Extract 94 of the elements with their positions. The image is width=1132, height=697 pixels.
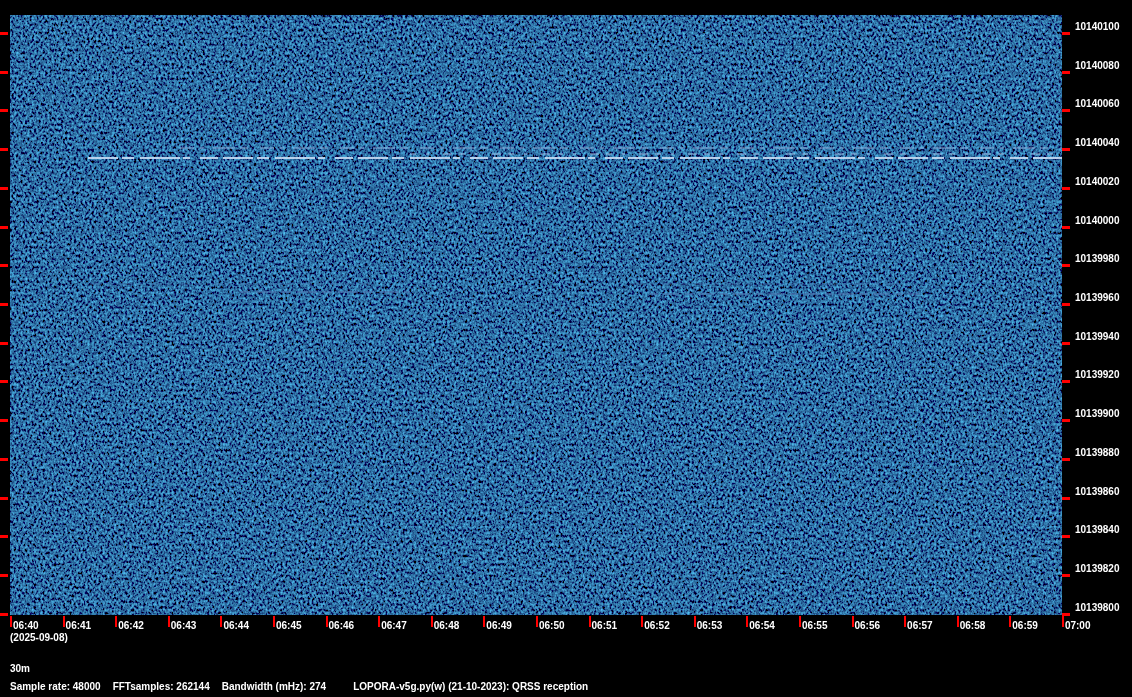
frequency-label: 10139860 [1075,485,1120,497]
axis-tick [956,615,959,627]
time-label: 06:41 [65,618,92,632]
axis-tick [1062,303,1070,307]
axis-tick [1062,496,1070,500]
axis-tick [0,612,8,616]
frequency-label: 10139800 [1075,601,1120,613]
axis-tick [0,186,8,190]
axis-tick [115,615,118,627]
axis-tick [0,70,8,74]
time-label: 06:54 [749,618,775,632]
axis-tick [0,535,8,539]
time-label: 06:44 [223,618,249,632]
frequency-label: 10139840 [1075,524,1120,536]
info-text: Sample rate: 48000 [10,680,101,692]
frequency-label: 10140060 [1075,98,1120,110]
axis-tick [588,615,591,627]
axis-tick [10,615,12,627]
axis-tick [167,615,170,627]
axis-tick [0,264,8,268]
axis-tick [693,615,696,627]
info-text: FFTsamples: 262144 [112,680,210,692]
axis-tick [62,615,65,627]
axis-tick [0,225,8,229]
axis-tick [1062,535,1070,539]
time-label: 06:59 [1012,618,1038,632]
time-label: 06:55 [801,618,828,632]
frequency-label: 10139880 [1075,446,1120,458]
frequency-label: 10139960 [1075,292,1120,304]
axis-tick [1062,419,1070,423]
time-label: 06:43 [170,618,197,632]
axis-tick [0,148,8,152]
info-text: LOPORA-v5g.py(w) (21-10-2023): QRSS reception [353,680,589,692]
axis-tick [904,615,907,627]
frequency-label: 10139920 [1075,369,1120,381]
axis-tick [0,380,8,384]
frequency-label: 10140040 [1075,137,1120,149]
frequency-label: 10139980 [1075,253,1120,265]
axis-tick [535,615,538,627]
axis-tick [1062,32,1070,35]
axis-tick [0,32,8,35]
axis-tick [1062,341,1070,345]
time-label: 06:57 [907,618,933,632]
axis-tick [325,615,328,627]
info-text: Bandwidth (mHz): 274 [221,680,327,692]
axis-tick [0,303,8,307]
frequency-label: 10139900 [1075,408,1120,420]
axis-tick [746,615,749,627]
axis-tick [641,615,644,627]
time-label: 06:58 [959,618,986,632]
axis-tick [0,496,8,500]
frequency-label: 10140100 [1075,21,1120,32]
axis-tick [272,615,275,627]
axis-tick [0,109,8,113]
axis-tick [0,419,8,423]
axis-tick [1062,574,1070,578]
axis-tick [1062,380,1070,384]
axis-tick [1062,264,1070,268]
time-label: 06:49 [486,618,512,632]
frequency-label: 10139820 [1075,563,1120,575]
frequency-label: 10140000 [1075,214,1120,226]
axis-tick [1062,148,1070,152]
time-label: 06:50 [538,618,565,632]
axis-tick [798,615,801,627]
time-label: 06:51 [591,618,618,632]
band-label: 30m [10,662,30,674]
axis-tick [0,574,8,578]
time-label: 06:40 [13,618,39,632]
time-label: 06:46 [328,618,355,632]
time-label: 06:42 [118,618,144,632]
axis-tick [483,615,486,627]
axis-tick [378,615,381,627]
axis-tick [1062,186,1070,190]
axis-tick [1062,70,1070,74]
axis-tick [1009,615,1012,627]
time-label: 06:48 [433,618,460,632]
axis-tick [1062,109,1070,113]
axis-tick [0,457,8,461]
frequency-label: 10139940 [1075,330,1120,342]
time-label: 06:53 [696,618,723,632]
axis-tick [851,615,854,627]
date-label: (2025-09-08) [10,631,68,643]
time-label: 06:56 [854,618,881,632]
time-label: 06:52 [644,618,670,632]
frequency-label: 10140080 [1075,59,1120,71]
frequency-label: 10140020 [1075,175,1120,187]
axis-tick [220,615,223,627]
axis-tick [1062,225,1070,229]
time-label: 06:45 [275,618,302,632]
axis-tick [430,615,433,627]
axis-tick [0,341,8,345]
axis-tick [1062,457,1070,461]
time-label: 06:47 [381,618,407,632]
time-label: 07:00 [1064,618,1091,632]
